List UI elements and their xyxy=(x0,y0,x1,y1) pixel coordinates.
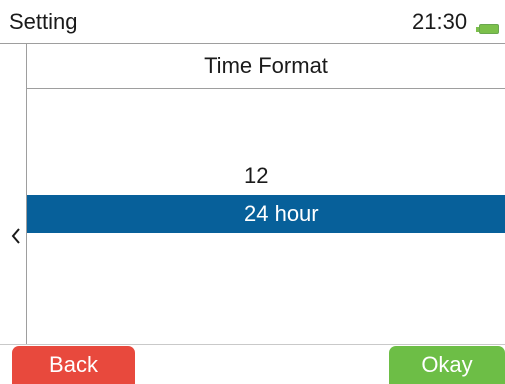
option-24-hour[interactable]: 24 hour xyxy=(27,195,505,233)
back-rail[interactable] xyxy=(0,44,27,344)
page-title-row: Time Format xyxy=(27,44,505,89)
okay-button[interactable]: Okay xyxy=(389,346,505,384)
status-bar: Setting 21:30 xyxy=(0,0,505,44)
footer-divider xyxy=(0,344,505,345)
page-title: Time Format xyxy=(204,53,328,78)
status-title: Setting xyxy=(9,9,78,34)
time-format-picker[interactable]: 12 24 hour xyxy=(27,89,505,344)
option-12[interactable]: 12 xyxy=(27,157,505,195)
status-time: 21:30 xyxy=(412,9,468,34)
back-button[interactable]: Back xyxy=(12,346,135,384)
battery-icon xyxy=(479,24,499,34)
chevron-left-icon[interactable] xyxy=(9,224,23,248)
settings-screen: Setting 21:30 Time Format 12 24 hour Bac… xyxy=(0,0,505,384)
